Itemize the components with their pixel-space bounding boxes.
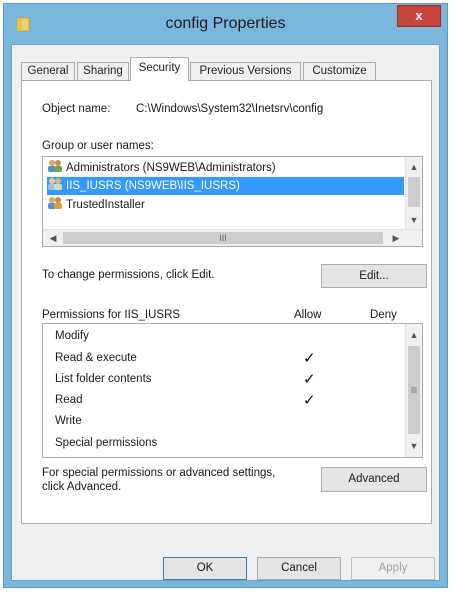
cancel-button[interactable]: Cancel	[257, 557, 341, 580]
permission-row: Write	[55, 415, 82, 427]
tab-security[interactable]: Security	[130, 57, 189, 81]
list-item[interactable]: TrustedInstaller	[47, 196, 145, 214]
advanced-button[interactable]: Advanced	[321, 467, 427, 492]
tab-previous-versions[interactable]: Previous Versions	[190, 62, 301, 81]
group-name: TrustedInstaller	[66, 199, 145, 211]
apply-button[interactable]: Apply	[351, 557, 435, 580]
permission-row: Read	[55, 394, 83, 406]
permission-row: List folder contents	[55, 373, 152, 385]
dialog-client: General Sharing Security Previous Versio…	[11, 44, 440, 581]
allow-column-header: Allow	[294, 309, 322, 321]
tab-customize[interactable]: Customize	[303, 62, 376, 81]
group-names-label: Group or user names:	[42, 140, 154, 152]
change-permissions-hint: To change permissions, click Edit.	[42, 269, 215, 281]
users-icon	[48, 197, 62, 209]
ok-button[interactable]: OK	[163, 557, 247, 580]
tab-sharing[interactable]: Sharing	[77, 62, 129, 81]
scroll-thumb[interactable]: ≡	[408, 346, 420, 434]
scroll-down-icon[interactable]: ▼	[406, 438, 422, 454]
permissions-for-label: Permissions for IIS_IUSRS	[42, 309, 181, 321]
allow-check-icon: ✓	[303, 392, 316, 409]
permission-row: Read & execute	[55, 352, 137, 364]
allow-check-icon: ✓	[303, 350, 316, 367]
properties-window: config Properties x General Sharing Secu…	[3, 3, 448, 588]
scroll-thumb[interactable]: III	[63, 232, 383, 244]
users-icon	[48, 160, 62, 172]
group-list-vscrollbar[interactable]: ▲ ▼	[405, 157, 422, 230]
allow-check-icon: ✓	[303, 371, 316, 388]
list-item-selected[interactable]: IIS_IUSRS (NS9WEB\IIS_IUSRS)	[47, 177, 404, 195]
close-button[interactable]: x	[397, 5, 441, 27]
scroll-up-icon[interactable]: ▲	[406, 159, 422, 175]
permission-row: Modify	[55, 330, 89, 342]
group-list[interactable]: Administrators (NS9WEB\Administrators) I…	[42, 156, 423, 247]
advanced-hint-line1: For special permissions or advanced sett…	[42, 467, 276, 479]
group-name: Administrators (NS9WEB\Administrators)	[66, 162, 276, 174]
deny-column-header: Deny	[370, 309, 397, 321]
security-panel: Object name: C:\Windows\System32\Inetsrv…	[21, 80, 432, 524]
advanced-hint-line2: click Advanced.	[42, 481, 122, 493]
scroll-down-icon[interactable]: ▼	[406, 212, 422, 228]
permissions-vscrollbar[interactable]: ▲ ≡ ▼	[405, 324, 422, 457]
permission-row: Special permissions	[55, 437, 158, 449]
object-name-value: C:\Windows\System32\Inetsrv\config	[136, 103, 324, 115]
group-name: IIS_IUSRS (NS9WEB\IIS_IUSRS)	[66, 180, 240, 192]
tab-general[interactable]: General	[21, 62, 75, 81]
title-bar[interactable]: config Properties x	[4, 4, 447, 44]
group-list-hscrollbar[interactable]: ◀ III ▶	[43, 229, 422, 246]
users-icon	[48, 178, 62, 190]
scroll-right-icon[interactable]: ▶	[388, 230, 404, 246]
permissions-list: Modify Read & execute List folder conten…	[42, 323, 423, 458]
scroll-thumb[interactable]	[408, 177, 420, 207]
scroll-up-icon[interactable]: ▲	[406, 327, 422, 343]
list-item[interactable]: Administrators (NS9WEB\Administrators)	[47, 159, 276, 177]
object-name-label: Object name:	[42, 103, 111, 115]
window-title: config Properties	[165, 15, 286, 32]
scroll-left-icon[interactable]: ◀	[45, 230, 61, 246]
edit-button[interactable]: Edit...	[321, 264, 427, 288]
